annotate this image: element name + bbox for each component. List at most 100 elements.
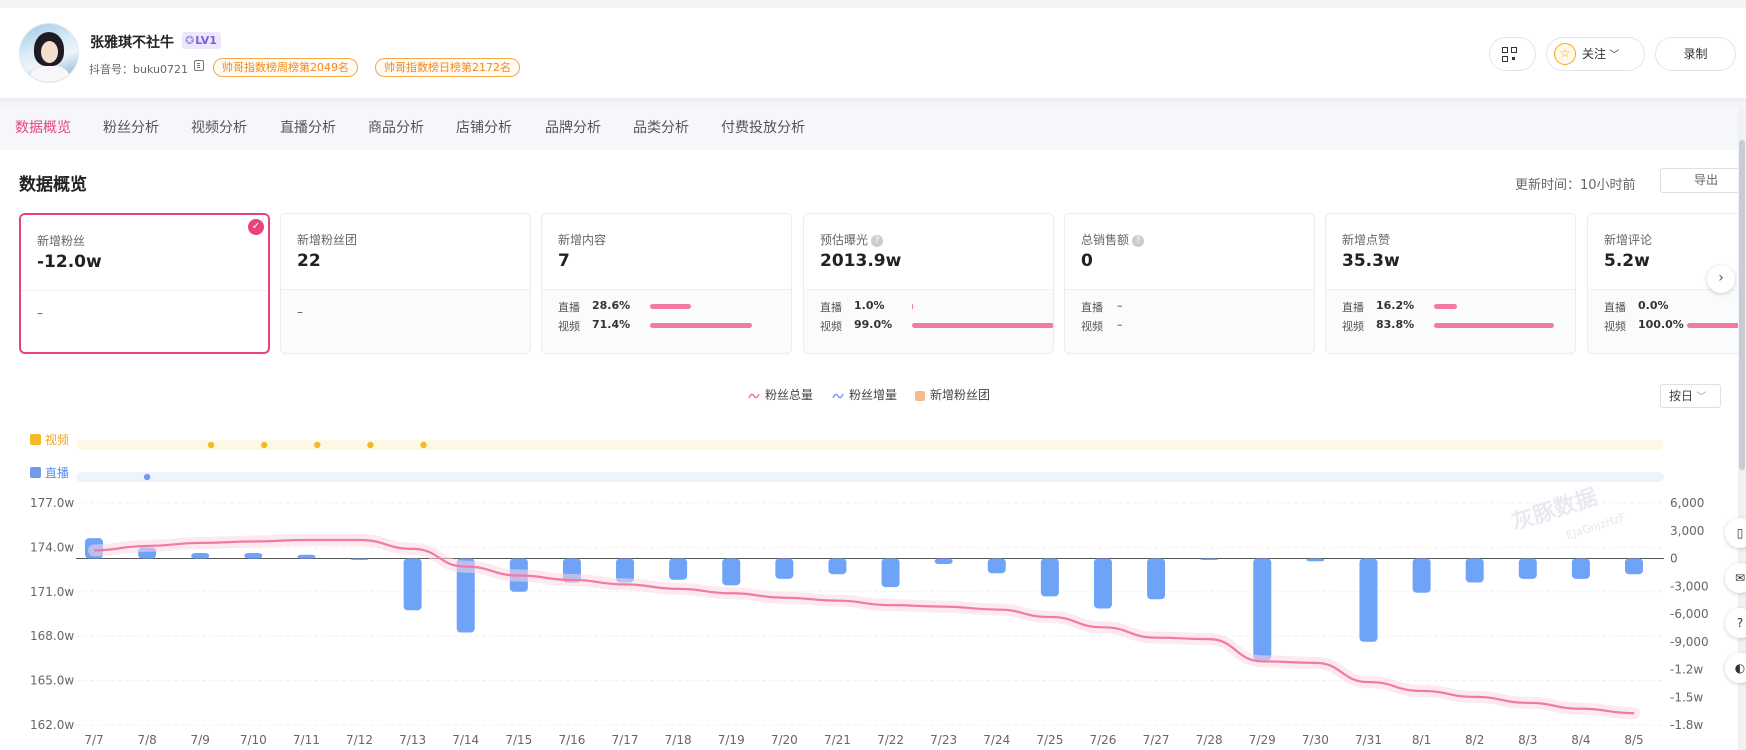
right-axis-tick: -1.2w — [1670, 663, 1703, 677]
qr-code-button[interactable] — [1489, 37, 1536, 71]
follow-button[interactable]: ☆ 关注 ﹀ — [1546, 37, 1645, 71]
x-axis-tick: 8/3 — [1518, 733, 1537, 747]
increase-bar — [1040, 558, 1059, 597]
right-axis-tick: -3,000 — [1670, 579, 1709, 593]
left-axis-tick: 162.0w — [30, 718, 74, 732]
chevron-down-icon: ﹀ — [1606, 50, 1620, 61]
right-axis-tick: 3,000 — [1670, 524, 1704, 538]
fans-chart: 177.0w 174.0w 171.0w 168.0w 165.0w 162.0w 6,00… — [30, 440, 1709, 747]
douyin-id: 抖音号：buku0721 — [89, 63, 188, 76]
increase-bar — [987, 558, 1006, 574]
x-axis-tick: 7/15 — [505, 733, 532, 747]
x-axis-tick: 7/23 — [930, 733, 957, 747]
x-axis-tick: 7/21 — [824, 733, 851, 747]
record-button[interactable]: 录制 — [1655, 37, 1736, 71]
live-lane-track — [76, 472, 1664, 482]
video-event-dot — [420, 441, 427, 449]
copy-icon[interactable] — [194, 60, 204, 71]
increase-bar — [722, 558, 741, 586]
tab-fans[interactable]: 粉丝分析 — [103, 108, 159, 150]
daily-rank-badge[interactable]: 帅哥指数榜日榜第2172名 — [375, 58, 520, 77]
x-axis-tick: 8/5 — [1624, 733, 1643, 747]
x-axis-tick: 7/26 — [1089, 733, 1116, 747]
right-axis-tick: -1.8w — [1670, 718, 1703, 732]
left-axis-tick: 168.0w — [30, 629, 74, 643]
increase-bar — [244, 552, 263, 559]
right-axis-tick: -1.5w — [1670, 690, 1703, 704]
x-axis-tick: 7/18 — [665, 733, 692, 747]
right-axis-tick: -9,000 — [1670, 635, 1709, 649]
weekly-rank-badge[interactable]: 帅哥指数榜周榜第2049名 — [213, 58, 358, 77]
tab-goods[interactable]: 商品分析 — [368, 108, 424, 150]
increase-bar — [1571, 558, 1590, 579]
x-axis-tick: 7/30 — [1302, 733, 1329, 747]
increase-bar — [1253, 558, 1272, 661]
video-event-dot — [367, 441, 374, 449]
level-text: LV1 — [195, 34, 217, 47]
increase-bar — [828, 558, 847, 575]
x-axis-tick: 7/13 — [399, 733, 426, 747]
increase-bar — [1147, 558, 1166, 600]
increase-bar — [1093, 558, 1112, 609]
level-badge: ✪LV1 — [182, 32, 221, 49]
increase-bar — [1306, 558, 1325, 562]
increase-bar — [775, 558, 794, 579]
follow-star-icon: ☆ — [1554, 43, 1576, 65]
video-event-dot — [314, 441, 321, 449]
increase-bar — [1412, 558, 1431, 593]
x-axis-tick: 7/14 — [452, 733, 479, 747]
x-axis-tick: 8/1 — [1412, 733, 1431, 747]
tab-overview[interactable]: 数据概览 — [15, 108, 71, 150]
increase-bar — [1518, 558, 1537, 579]
x-axis-tick: 7/7 — [84, 733, 103, 747]
x-axis-tick: 7/16 — [558, 733, 585, 747]
app-root: 张雅琪不社牛 ✪LV1 抖音号：buku0721 帅哥指数榜周榜第2049名 帅… — [0, 0, 1746, 750]
tab-store[interactable]: 店铺分析 — [456, 108, 512, 150]
x-axis-tick: 7/9 — [191, 733, 210, 747]
avatar[interactable] — [19, 23, 79, 83]
video-event-dot — [207, 441, 215, 449]
scrollbar-thumb[interactable] — [1739, 140, 1745, 470]
left-axis-tick: 171.0w — [30, 585, 74, 599]
left-axis-tick: 165.0w — [30, 674, 74, 688]
tab-paid-ads[interactable]: 付费投放分析 — [721, 108, 805, 150]
tab-category[interactable]: 品类分析 — [633, 108, 689, 150]
overview-panel: 数据概览 更新时间：10小时前 导出 新增粉丝 -12.0w – ✓ 新增粉丝团… — [0, 150, 1746, 750]
x-axis-tick: 7/11 — [293, 733, 320, 747]
profile-header: 张雅琪不社牛 ✪LV1 抖音号：buku0721 帅哥指数榜周榜第2049名 帅… — [0, 8, 1746, 98]
increase-bar — [669, 558, 688, 580]
tab-live[interactable]: 直播分析 — [280, 108, 336, 150]
left-axis-tick: 174.0w — [30, 540, 74, 554]
x-axis-tick: 7/28 — [1196, 733, 1223, 747]
x-axis-tick: 7/12 — [346, 733, 373, 747]
live-event-dot — [143, 473, 151, 481]
x-axis-tick: 7/19 — [718, 733, 745, 747]
x-axis-tick: 7/17 — [612, 733, 639, 747]
x-axis-tick: 7/10 — [240, 733, 267, 747]
tab-bar: 数据概览 粉丝分析 视频分析 直播分析 商品分析 店铺分析 品牌分析 品类分析 … — [0, 108, 1746, 150]
left-axis-tick: 177.0w — [30, 496, 74, 510]
increase-bar — [297, 554, 316, 559]
increase-bar — [403, 558, 422, 611]
level-star-icon: ✪ — [185, 34, 195, 47]
x-axis-tick: 7/8 — [137, 733, 156, 747]
x-axis-tick: 7/20 — [771, 733, 798, 747]
video-event-dot — [261, 441, 268, 449]
increase-bar — [934, 558, 953, 565]
tab-brand[interactable]: 品牌分析 — [545, 108, 601, 150]
x-axis-tick: 7/22 — [877, 733, 904, 747]
qr-code-icon — [1502, 47, 1517, 62]
total-line-glow — [88, 534, 1640, 720]
increase-bar — [1200, 558, 1219, 560]
x-axis-tick: 8/2 — [1465, 733, 1484, 747]
x-axis-tick: 7/29 — [1249, 733, 1276, 747]
account-name: 张雅琪不社牛 — [90, 35, 174, 51]
tab-video[interactable]: 视频分析 — [191, 108, 247, 150]
x-axis-tick: 7/25 — [1036, 733, 1063, 747]
x-axis-tick: 7/27 — [1143, 733, 1170, 747]
increase-bar — [881, 558, 900, 588]
x-axis-tick: 7/31 — [1355, 733, 1382, 747]
follow-label: 关注 — [1582, 47, 1607, 61]
right-axis-tick: -6,000 — [1670, 607, 1709, 621]
increase-bar — [1625, 558, 1643, 575]
